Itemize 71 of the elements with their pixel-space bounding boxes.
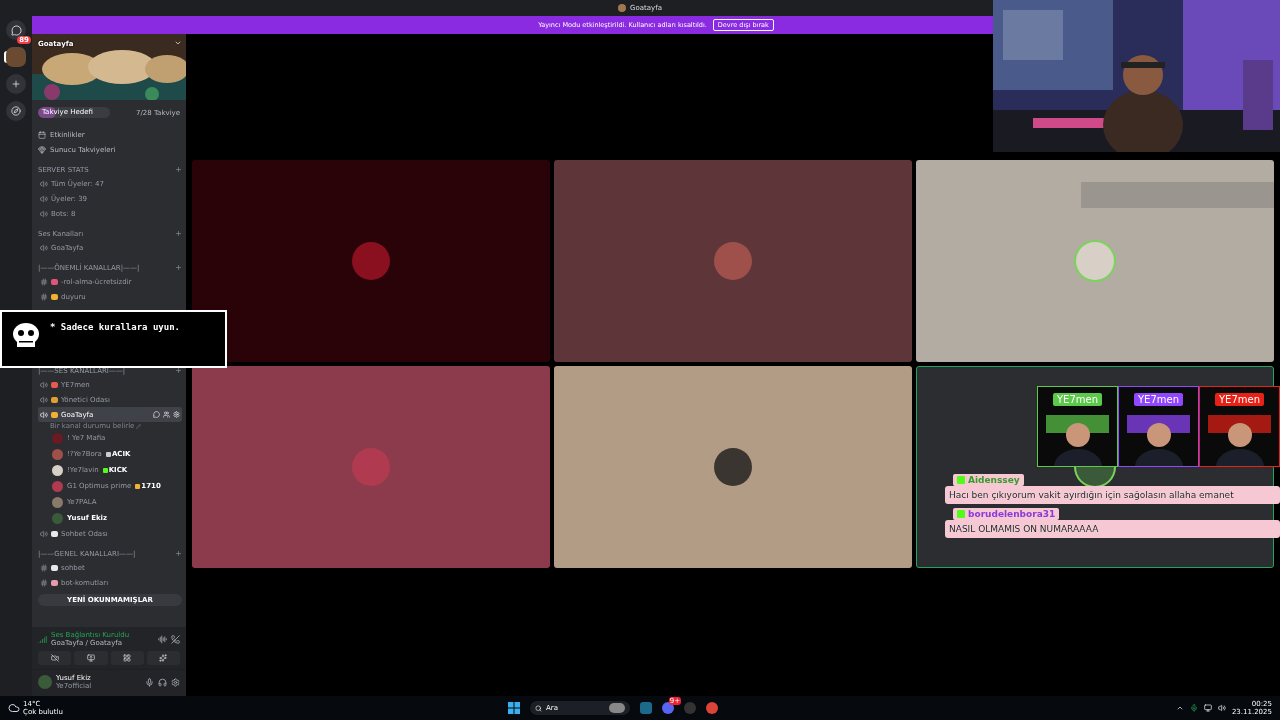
phone-off-icon [171, 634, 180, 644]
username-tag: borudelenbora31 [953, 508, 1060, 520]
camera-off-icon [50, 654, 59, 662]
settings-icon[interactable] [173, 411, 180, 418]
gem-icon [38, 145, 46, 154]
card-label: YE7men [1215, 393, 1264, 406]
chevron-icon[interactable] [174, 39, 182, 47]
cloud-icon[interactable] [8, 702, 20, 714]
headphones-icon [158, 677, 167, 687]
noise-button[interactable] [158, 634, 167, 644]
add-icon[interactable] [175, 367, 182, 374]
start-icon[interactable] [508, 702, 520, 714]
chat-bubble-icon [10, 24, 22, 36]
video-tile[interactable] [192, 366, 550, 568]
calendar-icon [38, 130, 46, 139]
settings-icon [171, 677, 180, 687]
speaker-icon [40, 380, 48, 389]
card-label: YE7men [1053, 393, 1102, 406]
card-label: YE7men [1134, 393, 1183, 406]
activities-button[interactable] [110, 651, 144, 665]
mic-icon [145, 677, 154, 687]
display-icon[interactable] [1203, 704, 1212, 712]
speaker-icon [40, 410, 48, 419]
speaker-icon [40, 194, 48, 203]
plus-icon [11, 79, 21, 89]
video-tile[interactable] [916, 160, 1274, 362]
dialog-text: * Sadece kurallara uyun. [50, 322, 181, 332]
server-icon [618, 4, 627, 12]
platform-icon [957, 476, 965, 484]
screen-share-icon [86, 654, 95, 662]
compass-icon [11, 106, 21, 116]
chat-icon[interactable] [153, 411, 160, 418]
browser-icon[interactable] [706, 702, 718, 714]
soundboard-button[interactable] [146, 651, 180, 665]
volume-icon[interactable] [1217, 704, 1226, 712]
username-tag: Aidenssey [953, 474, 1024, 486]
screen-share-button[interactable] [74, 651, 108, 665]
camera-button[interactable] [38, 651, 72, 665]
add-server-button[interactable] [6, 74, 26, 94]
hash-icon [40, 277, 48, 286]
speaker-icon [40, 395, 48, 404]
platform-icon [957, 510, 965, 518]
grid-icon [123, 654, 132, 662]
hash-icon [40, 578, 48, 587]
mic-button[interactable] [145, 677, 154, 687]
speaker-icon [40, 529, 48, 538]
chevron-icon[interactable] [1175, 704, 1184, 712]
sound-wave-icon [158, 634, 167, 644]
sparkles-icon [159, 654, 168, 662]
signal-icon[interactable] [38, 634, 47, 644]
pencil-icon [136, 423, 142, 429]
mic-icon[interactable] [1189, 704, 1198, 712]
speaker-icon [40, 243, 48, 252]
speaker-icon [40, 179, 48, 188]
chat-message: Hacı ben çıkıyorum vakit ayırdığın için sağolasın allaha emanet [945, 486, 1280, 504]
chat-message: NASIL OLMAMIS ON NUMARAAAA [945, 520, 1280, 538]
hash-icon [40, 563, 48, 572]
discover-button[interactable] [6, 101, 26, 121]
video-tile[interactable] [192, 160, 550, 362]
speaker-icon [40, 209, 48, 218]
hash-icon [40, 292, 48, 301]
settings-button[interactable] [171, 677, 180, 687]
disconnect-button[interactable] [171, 634, 180, 644]
video-tile[interactable] [554, 160, 912, 362]
chat-app-icon[interactable] [662, 702, 674, 714]
people-icon[interactable] [163, 411, 170, 418]
search-icon [535, 704, 542, 712]
skull-icon [12, 322, 40, 348]
app-icon[interactable] [640, 702, 652, 714]
headphones-button[interactable] [158, 677, 167, 687]
video-tile[interactable] [554, 366, 912, 568]
